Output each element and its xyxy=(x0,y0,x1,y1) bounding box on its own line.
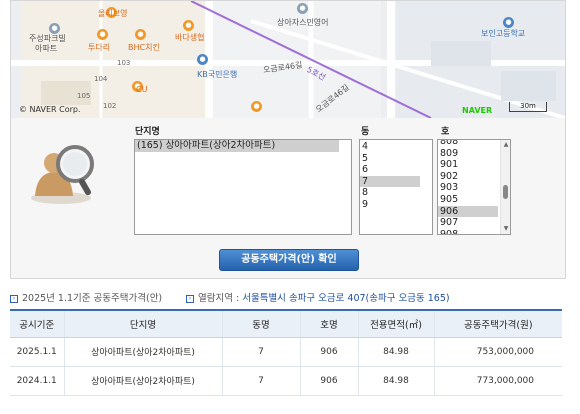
cell-base-date: 2025.1.1 xyxy=(10,337,64,367)
ho-label: 호 xyxy=(441,127,450,137)
cell-complex: 상아아파트(상아2차아파트) xyxy=(63,366,222,396)
ho-option-selected[interactable]: 906 xyxy=(438,205,498,218)
col-ho: 호명 xyxy=(299,309,358,338)
poi-tudari: 투다리 xyxy=(88,43,111,52)
cell-dong: 7 xyxy=(221,366,300,396)
dong-option[interactable]: 4 xyxy=(360,141,432,153)
complex-option[interactable]: (165) 상아아파트(상아2차아파트) xyxy=(135,140,339,152)
poi-kb: KB국민은행 xyxy=(197,70,238,79)
naver-logo: NAVER xyxy=(462,106,493,115)
building-number: 104 xyxy=(94,75,108,83)
poi-boin: 보인고등학교 xyxy=(481,29,526,38)
cell-price: 773,000,000 xyxy=(433,366,562,396)
dong-option-selected[interactable]: 7 xyxy=(360,175,420,188)
poi-bhc: BHC치킨 xyxy=(128,43,160,52)
cell-price: 753,000,000 xyxy=(433,337,562,367)
school-pin-icon: ● xyxy=(503,17,514,28)
ho-listbox[interactable]: 808 809 901 902 903 905 906 907 908 ▲ ▼ xyxy=(437,139,511,235)
poi-cu: CU xyxy=(136,85,148,94)
poi-bada: 바다생협 xyxy=(175,33,205,42)
dong-option[interactable]: 8 xyxy=(360,187,432,199)
scroll-thumb[interactable] xyxy=(503,185,508,199)
academy-pin-icon: ● xyxy=(297,3,308,14)
dong-label: 동 xyxy=(361,127,370,137)
apartment-pin-icon: ● xyxy=(49,23,60,34)
map-copyright: © NAVER Corp. xyxy=(19,105,81,114)
bank-pin-icon: ● xyxy=(197,54,208,65)
col-area: 전용면적(㎡) xyxy=(357,309,434,338)
poi-sanga-hall: 상아자스민영어 xyxy=(277,18,329,27)
map-scale: 30m xyxy=(509,102,547,112)
cell-area: 84.98 xyxy=(357,337,434,367)
restaurant-pin-icon: ● xyxy=(135,29,146,40)
price-table: 공시기준 단지명 동명 호명 전용면적(㎡) 공동주택가격(원) 2025.1.… xyxy=(10,309,562,396)
dong-option[interactable]: 5 xyxy=(360,153,432,165)
col-price: 공동주택가격(원) xyxy=(433,309,562,338)
poi-olive: 올리브영 xyxy=(98,9,128,18)
cell-base-date: 2024.1.1 xyxy=(10,366,64,396)
cell-complex: 상아아파트(상아2차아파트) xyxy=(63,337,222,367)
base-date-notice: › 2025년 1.1기준 공동주택가격(안) xyxy=(10,290,162,304)
arrow-box-icon: › xyxy=(186,294,194,303)
poi-jusong: 주성파크빌 xyxy=(29,34,66,43)
poi-jusong-apt: 아파트 xyxy=(35,44,58,53)
cell-ho: 906 xyxy=(299,366,358,396)
shop-pin-icon: ● xyxy=(183,20,194,31)
col-dong: 동명 xyxy=(221,309,300,338)
complex-listbox[interactable]: (165) 상아아파트(상아2차아파트) xyxy=(134,139,352,235)
arrow-box-icon: › xyxy=(10,294,18,303)
scroll-up-icon[interactable]: ▲ xyxy=(502,141,510,149)
table-row: 2025.1.1 상아아파트(상아2차아파트) 7 906 84.98 753,… xyxy=(10,337,562,367)
region-address: 서울특별시 송파구 오금로 407(송파구 오금동 165) xyxy=(242,293,450,304)
dong-listbox[interactable]: 4 5 6 7 8 9 xyxy=(359,139,433,235)
table-row: 2024.1.1 상아아파트(상아2차아파트) 7 906 84.98 773,… xyxy=(10,366,562,396)
building-number: 103 xyxy=(117,59,131,67)
scroll-down-icon[interactable]: ▼ xyxy=(502,225,510,233)
ho-scrollbar[interactable]: ▲ ▼ xyxy=(500,140,510,234)
complex-label: 단지명 xyxy=(135,127,160,137)
dong-option[interactable]: 6 xyxy=(360,164,432,176)
dong-option[interactable]: 9 xyxy=(360,199,432,211)
col-complex: 단지명 xyxy=(63,309,222,338)
search-avatar-icon xyxy=(31,145,94,204)
table-header: 공시기준 단지명 동명 호명 전용면적(㎡) 공동주택가격(원) xyxy=(10,309,562,338)
confirm-price-button[interactable]: 공동주택가격(안) 확인 xyxy=(219,249,359,271)
building-number: 105 xyxy=(77,92,91,100)
search-panel: ● 올리브영 ● 주성파크빌 아파트 ● 투다리 ● BHC치킨 ● 바다생협 … xyxy=(10,0,566,279)
bar-pin-icon: ● xyxy=(97,29,108,40)
cell-ho: 906 xyxy=(299,337,358,367)
view-region: › 열람지역 : 서울특별시 송파구 오금로 407(송파구 오금동 165) xyxy=(186,290,450,304)
cell-dong: 7 xyxy=(221,337,300,367)
cell-area: 84.98 xyxy=(357,366,434,396)
map-view[interactable]: ● 올리브영 ● 주성파크빌 아파트 ● 투다리 ● BHC치킨 ● 바다생협 … xyxy=(11,1,565,118)
building-number: 102 xyxy=(103,102,117,110)
col-base-date: 공시기준 xyxy=(10,309,64,338)
food-pin-icon: ● xyxy=(251,101,262,112)
